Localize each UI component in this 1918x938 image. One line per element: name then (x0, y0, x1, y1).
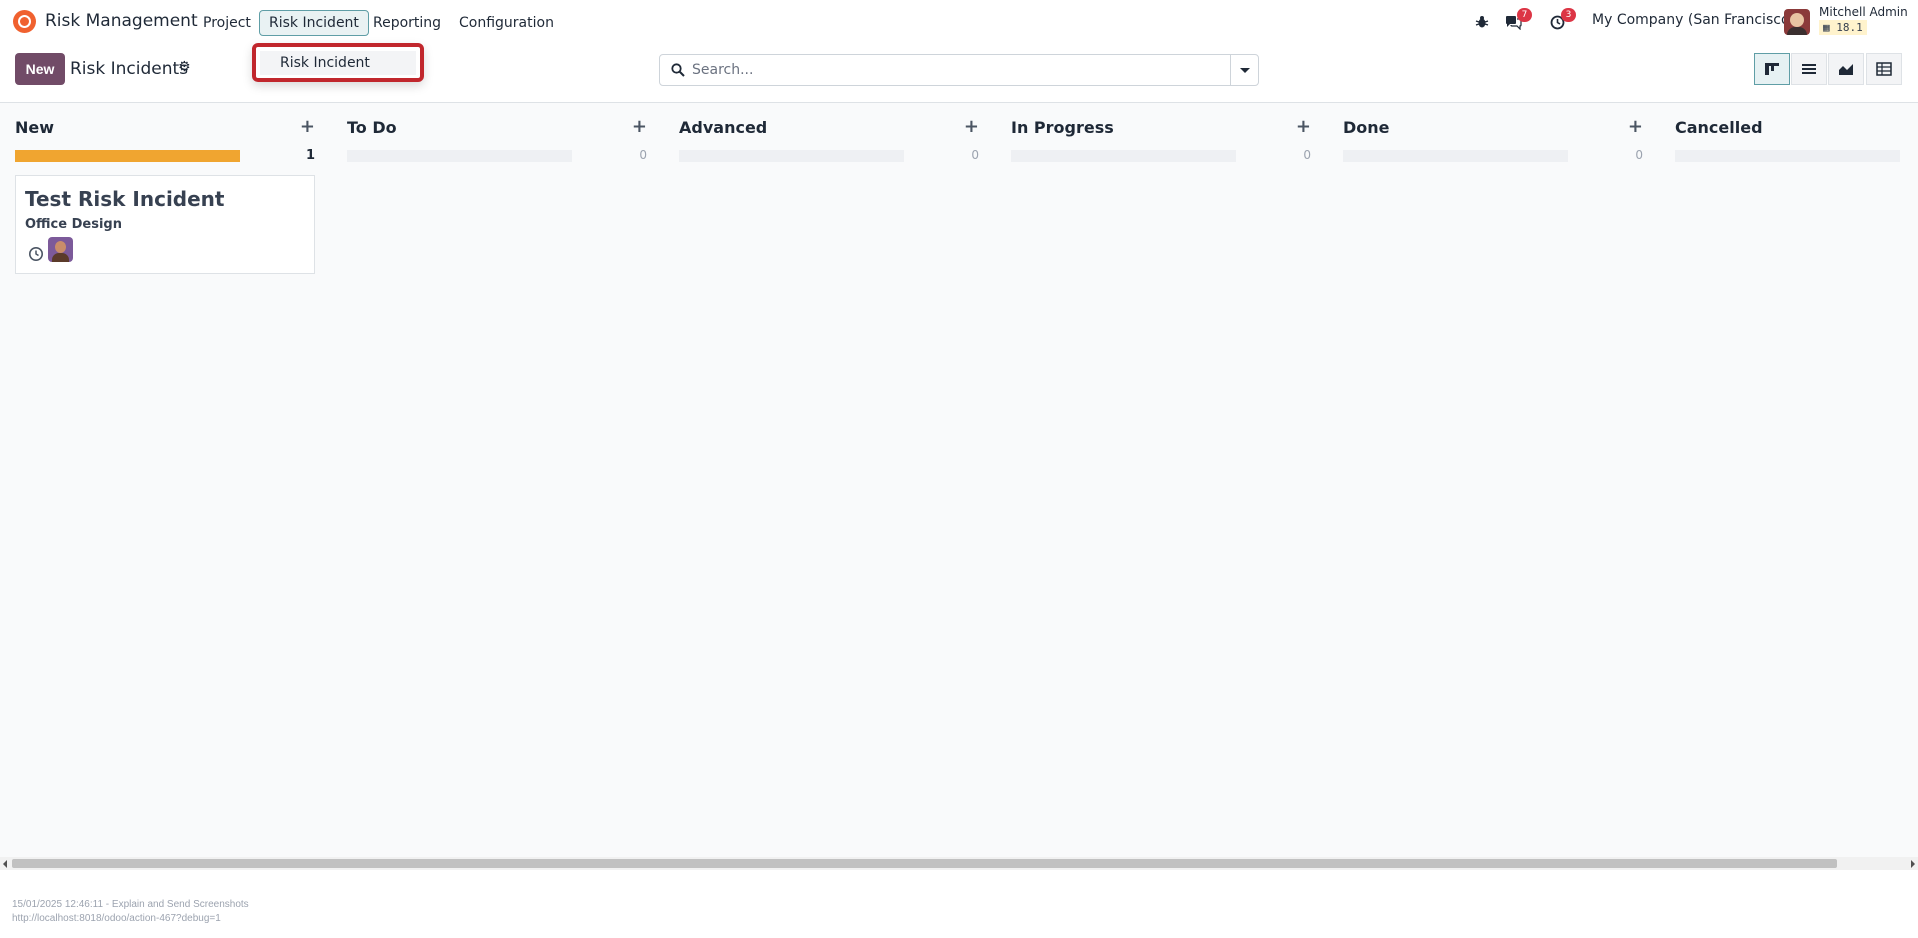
column-progress-bar[interactable] (1011, 150, 1236, 162)
column-add-icon[interactable]: + (1628, 116, 1643, 137)
version-label: 18.1 (1836, 21, 1863, 34)
messages-chat-icon[interactable]: 7 (1503, 8, 1532, 32)
column-title[interactable]: Done (1343, 118, 1390, 137)
pivot-view-icon (1876, 62, 1892, 76)
pivot-view-button[interactable] (1866, 53, 1902, 85)
user-avatar[interactable] (1784, 9, 1810, 35)
version-badge: ▦ 18.1 (1819, 20, 1867, 35)
app-logo-icon[interactable] (13, 10, 36, 33)
search-icon (671, 63, 685, 77)
column-add-icon[interactable]: + (300, 116, 315, 137)
footer-url: http://localhost:8018/odoo/action-467?de… (12, 913, 221, 924)
activity-clock-icon[interactable] (28, 246, 44, 262)
gear-icon[interactable]: ⚙ (178, 59, 191, 75)
column-progress-bar[interactable] (347, 150, 572, 162)
horizontal-scrollbar[interactable] (0, 857, 1918, 870)
app-name[interactable]: Risk Management (45, 11, 198, 31)
top-navbar: Risk Management Project Risk Incident Re… (0, 0, 1918, 44)
company-switcher[interactable]: My Company (San Francisco) (1592, 12, 1795, 28)
footer-timestamp: 15/01/2025 12:46:11 - Explain and Send S… (12, 899, 249, 910)
column-count: 0 (639, 148, 647, 162)
kanban-column-done: Done + 0 (1343, 103, 1643, 867)
assignee-avatar[interactable] (48, 237, 73, 262)
messages-badge: 7 (1517, 8, 1532, 22)
menu-risk-incident[interactable]: Risk Incident (259, 10, 369, 36)
column-title[interactable]: Advanced (679, 118, 767, 137)
database-icon: ▦ (1823, 21, 1830, 34)
column-add-icon[interactable]: + (1296, 116, 1311, 137)
column-count: 0 (1303, 148, 1311, 162)
search-options-toggle[interactable] (1230, 55, 1258, 85)
card-title: Test Risk Incident (25, 187, 225, 211)
column-title[interactable]: Cancelled (1675, 118, 1763, 137)
column-count: 0 (1635, 148, 1643, 162)
column-title[interactable]: New (15, 118, 54, 137)
kanban-column-in-progress: In Progress + 0 (1011, 103, 1311, 867)
column-count: 0 (971, 148, 979, 162)
kanban-view-button[interactable] (1754, 53, 1790, 85)
kanban-view-icon (1765, 63, 1779, 75)
scroll-right-arrow-icon[interactable] (1911, 860, 1915, 868)
column-title[interactable]: In Progress (1011, 118, 1114, 137)
new-button[interactable]: New (15, 53, 65, 85)
kanban-card[interactable]: Test Risk Incident Office Design (15, 175, 315, 274)
list-view-icon (1802, 64, 1816, 74)
kanban-column-advanced: Advanced + 0 (679, 103, 979, 867)
column-progress-bar[interactable] (1675, 150, 1900, 162)
search-input[interactable] (692, 55, 1212, 85)
graph-view-button[interactable] (1828, 53, 1864, 85)
menu-reporting[interactable]: Reporting (363, 10, 451, 36)
kanban-column-to-do: To Do + 0 (347, 103, 647, 867)
column-add-icon[interactable]: + (964, 116, 979, 137)
user-name[interactable]: Mitchell Admin (1819, 5, 1908, 19)
column-progress-bar[interactable] (1343, 150, 1568, 162)
risk-incident-dropdown: Risk Incident (252, 43, 424, 82)
menu-project[interactable]: Project (193, 10, 261, 36)
scrollbar-thumb[interactable] (12, 859, 1837, 868)
search-bar (659, 54, 1259, 86)
column-progress-bar[interactable] (679, 150, 904, 162)
column-progress-bar[interactable] (15, 150, 240, 162)
column-count: 1 (305, 148, 315, 163)
column-add-icon[interactable]: + (632, 116, 647, 137)
debug-bug-icon[interactable] (1472, 12, 1492, 32)
kanban-column-cancelled: Cancelled (1675, 103, 1900, 867)
activities-badge: 3 (1561, 8, 1576, 22)
column-title[interactable]: To Do (347, 118, 397, 137)
kanban-board: New + 1 To Do + 0 Advanced + 0 In Progre… (0, 103, 1918, 867)
card-project: Office Design (25, 217, 122, 232)
page-title: Risk Incidents (70, 59, 189, 79)
list-view-button[interactable] (1791, 53, 1827, 85)
graph-view-icon (1839, 64, 1853, 75)
dropdown-item-risk-incident[interactable]: Risk Incident (260, 51, 416, 75)
scroll-left-arrow-icon[interactable] (3, 860, 7, 868)
column-progress-fill (15, 150, 240, 162)
activities-clock-icon[interactable]: 3 (1547, 8, 1576, 32)
menu-configuration[interactable]: Configuration (449, 10, 564, 36)
